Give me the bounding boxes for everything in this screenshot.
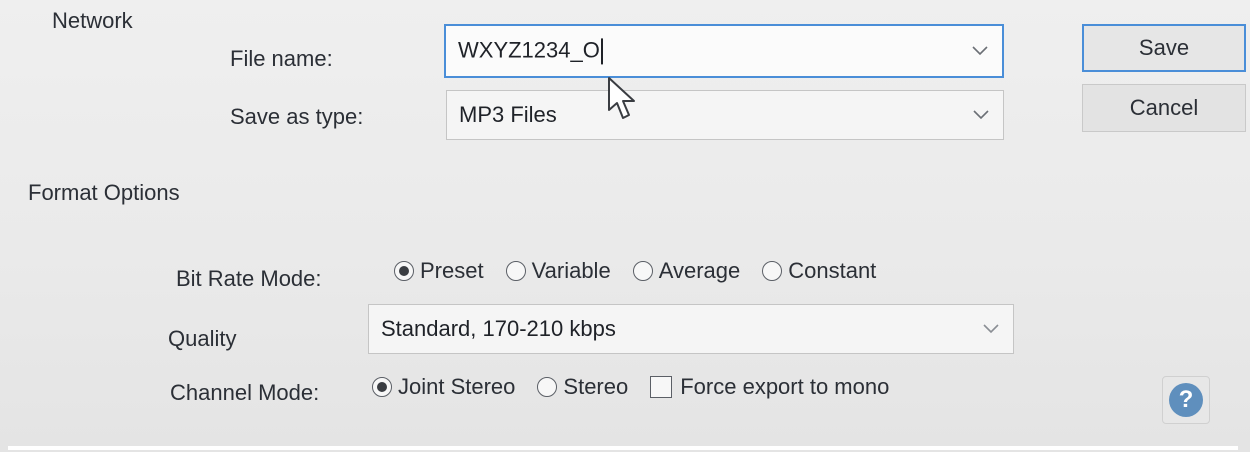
radio-icon[interactable] bbox=[632, 261, 653, 281]
file-name-value[interactable]: WXYZ1234_O bbox=[458, 37, 603, 65]
help-icon[interactable]: ? bbox=[1169, 383, 1203, 417]
save-as-type-select[interactable]: MP3 Files bbox=[446, 90, 1004, 140]
chevron-down-icon[interactable] bbox=[983, 324, 999, 334]
cancel-button[interactable]: Cancel bbox=[1082, 84, 1246, 132]
radio-stereo[interactable]: Stereo bbox=[537, 374, 628, 400]
text-caret bbox=[600, 38, 603, 65]
dialog-bottom-edge bbox=[8, 446, 1238, 450]
save-button[interactable]: Save bbox=[1082, 24, 1246, 72]
chevron-down-icon[interactable] bbox=[972, 46, 988, 56]
radio-variable[interactable]: Variable bbox=[505, 258, 611, 284]
quality-label: Quality bbox=[168, 326, 237, 351]
bit-rate-mode-group: Preset Variable Average Constant bbox=[394, 258, 898, 284]
radio-label: Stereo bbox=[563, 374, 629, 399]
force-mono-label: Force export to mono bbox=[680, 374, 890, 399]
network-label: Network bbox=[52, 8, 133, 33]
channel-mode-label: Channel Mode: bbox=[170, 380, 320, 405]
radio-icon[interactable] bbox=[372, 377, 392, 397]
bit-rate-mode-label: Bit Rate Mode: bbox=[176, 266, 322, 291]
channel-mode-group: Joint Stereo Stereo Force export to mono bbox=[372, 374, 911, 400]
checkbox-icon[interactable] bbox=[650, 376, 673, 398]
radio-icon[interactable] bbox=[394, 261, 414, 281]
radio-label: Constant bbox=[788, 258, 877, 283]
quality-value: Standard, 170-210 kbps bbox=[381, 316, 616, 341]
quality-select[interactable]: Standard, 170-210 kbps bbox=[368, 304, 1014, 354]
radio-preset[interactable]: Preset bbox=[394, 258, 484, 284]
radio-icon[interactable] bbox=[537, 377, 558, 397]
mouse-cursor-icon bbox=[608, 77, 635, 119]
help-button[interactable]: ? bbox=[1162, 376, 1210, 424]
save-dialog: Network File name: WXYZ1234_O Save as ty… bbox=[0, 0, 1250, 452]
chevron-down-icon[interactable] bbox=[973, 110, 989, 120]
radio-label: Preset bbox=[420, 258, 484, 283]
file-name-label: File name: bbox=[230, 46, 333, 71]
radio-icon[interactable] bbox=[505, 261, 526, 281]
radio-label: Average bbox=[658, 258, 741, 283]
radio-icon[interactable] bbox=[762, 261, 783, 281]
radio-joint-stereo[interactable]: Joint Stereo bbox=[372, 374, 515, 400]
radio-average[interactable]: Average bbox=[632, 258, 741, 284]
radio-label: Variable bbox=[531, 258, 611, 283]
force-mono-checkbox[interactable]: Force export to mono bbox=[650, 374, 889, 400]
radio-label: Joint Stereo bbox=[398, 374, 516, 399]
file-name-field[interactable]: WXYZ1234_O bbox=[444, 24, 1004, 78]
save-as-type-value: MP3 Files bbox=[459, 102, 557, 127]
radio-constant[interactable]: Constant bbox=[762, 258, 876, 284]
format-options-title: Format Options bbox=[28, 180, 180, 205]
save-as-type-label: Save as type: bbox=[230, 104, 364, 129]
